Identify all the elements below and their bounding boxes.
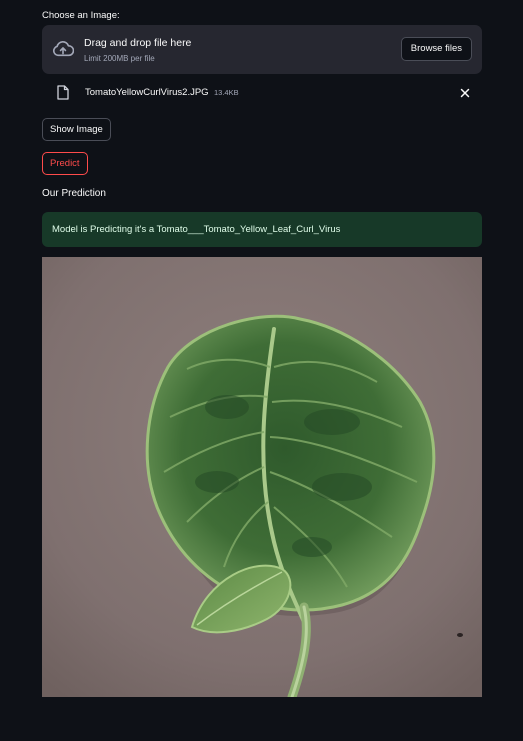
prediction-message: Model is Predicting it's a Tomato___Toma… bbox=[52, 224, 341, 235]
file-icon bbox=[57, 85, 69, 100]
close-icon[interactable] bbox=[459, 87, 471, 99]
dropzone-title: Drag and drop file here bbox=[84, 37, 192, 49]
predict-button[interactable]: Predict bbox=[42, 152, 88, 175]
uploaded-leaf-image bbox=[42, 257, 482, 697]
dropzone-limit-text: Limit 200MB per file bbox=[84, 54, 155, 63]
show-image-button[interactable]: Show Image bbox=[42, 118, 111, 141]
prediction-heading: Our Prediction bbox=[42, 188, 106, 199]
file-uploader-label: Choose an Image: bbox=[42, 10, 120, 21]
app-main: Choose an Image: Drag and drop file here… bbox=[0, 0, 523, 741]
cloud-upload-icon bbox=[52, 41, 74, 57]
prediction-success-alert: Model is Predicting it's a Tomato___Toma… bbox=[42, 212, 482, 247]
uploaded-file-name: TomatoYellowCurlVirus2.JPG bbox=[85, 87, 209, 98]
uploaded-file-row: TomatoYellowCurlVirus2.JPG 13.4KB bbox=[42, 82, 482, 104]
file-dropzone[interactable]: Drag and drop file here Limit 200MB per … bbox=[42, 25, 482, 74]
browse-files-button[interactable]: Browse files bbox=[400, 37, 472, 61]
uploaded-file-size: 13.4KB bbox=[214, 88, 239, 97]
